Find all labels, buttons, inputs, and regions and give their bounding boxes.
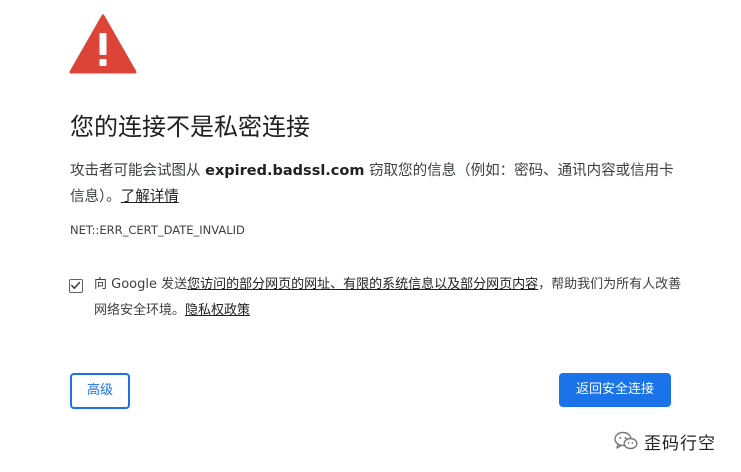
privacy-policy-link[interactable]: 隐私权政策 xyxy=(185,303,250,318)
main-message: 攻击者可能会试图从 expired.badssl.com 窃取您的信息（例如：密… xyxy=(70,158,680,210)
watermark: 歪码行空 xyxy=(614,424,716,458)
error-code: NET::ERR_CERT_DATE_INVALID xyxy=(70,223,245,237)
page-title: 您的连接不是私密连接 xyxy=(70,113,310,141)
optin-details-link[interactable]: 您访问的部分网页的网址、有限的系统信息以及部分网页内容 xyxy=(187,277,538,292)
warning-triangle-icon xyxy=(69,14,137,74)
message-text-before: 攻击者可能会试图从 xyxy=(70,163,206,179)
safe-browsing-optin-text: 向 Google 发送您访问的部分网页的网址、有限的系统信息以及部分网页内容，帮… xyxy=(94,272,684,324)
safe-browsing-checkbox[interactable] xyxy=(69,279,83,293)
checkmark-icon xyxy=(71,281,81,289)
back-to-safety-button[interactable]: 返回安全连接 xyxy=(559,373,671,407)
optin-prefix: 向 Google 发送 xyxy=(94,277,188,292)
interstitial-page: 您的连接不是私密连接 攻击者可能会试图从 expired.badssl.com … xyxy=(0,0,741,472)
domain-name: expired.badssl.com xyxy=(205,163,365,179)
watermark-text: 歪码行空 xyxy=(644,433,716,454)
advanced-button[interactable]: 高级 xyxy=(70,373,130,409)
learn-more-link[interactable]: 了解详情 xyxy=(121,189,179,205)
wechat-icon xyxy=(614,431,638,450)
